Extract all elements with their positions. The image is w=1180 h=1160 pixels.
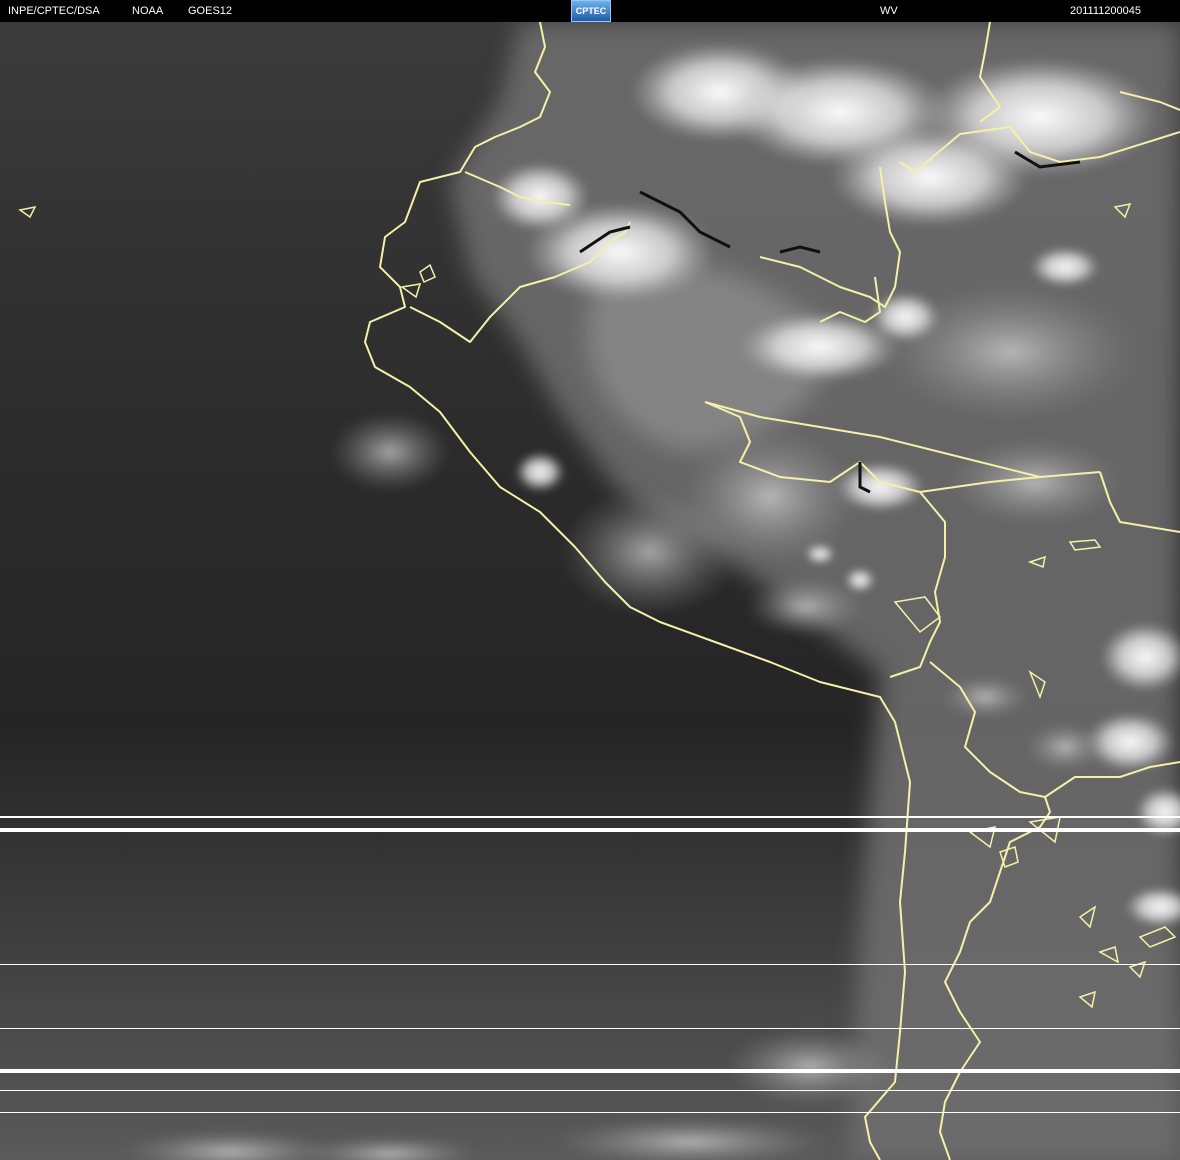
channel-label: WV <box>880 5 898 17</box>
satellite-label: GOES12 <box>188 5 233 17</box>
water-vapor-satellite-image <box>0 22 1180 1160</box>
cptec-logo: CPTEC <box>571 0 611 22</box>
scan-line-5 <box>0 1069 1180 1073</box>
logo-text: CPTEC <box>575 6 607 16</box>
timestamp-label: 201111200045 <box>1070 5 1141 17</box>
image-header-bar: INPE/CPTEC/DSA NOAA GOES12 CPTEC WV 2011… <box>0 0 1180 22</box>
scan-line-7 <box>0 1112 1180 1113</box>
scan-line-6 <box>0 1090 1180 1091</box>
scan-line-3 <box>0 964 1180 965</box>
satellite-image-viewer: INPE/CPTEC/DSA NOAA GOES12 CPTEC WV 2011… <box>0 0 1180 1160</box>
scan-line-4 <box>0 1028 1180 1029</box>
agency-label: INPE/CPTEC/DSA <box>8 5 100 17</box>
scan-line-2 <box>0 828 1180 832</box>
source-label: NOAA <box>132 5 164 17</box>
scan-line-1 <box>0 816 1180 818</box>
